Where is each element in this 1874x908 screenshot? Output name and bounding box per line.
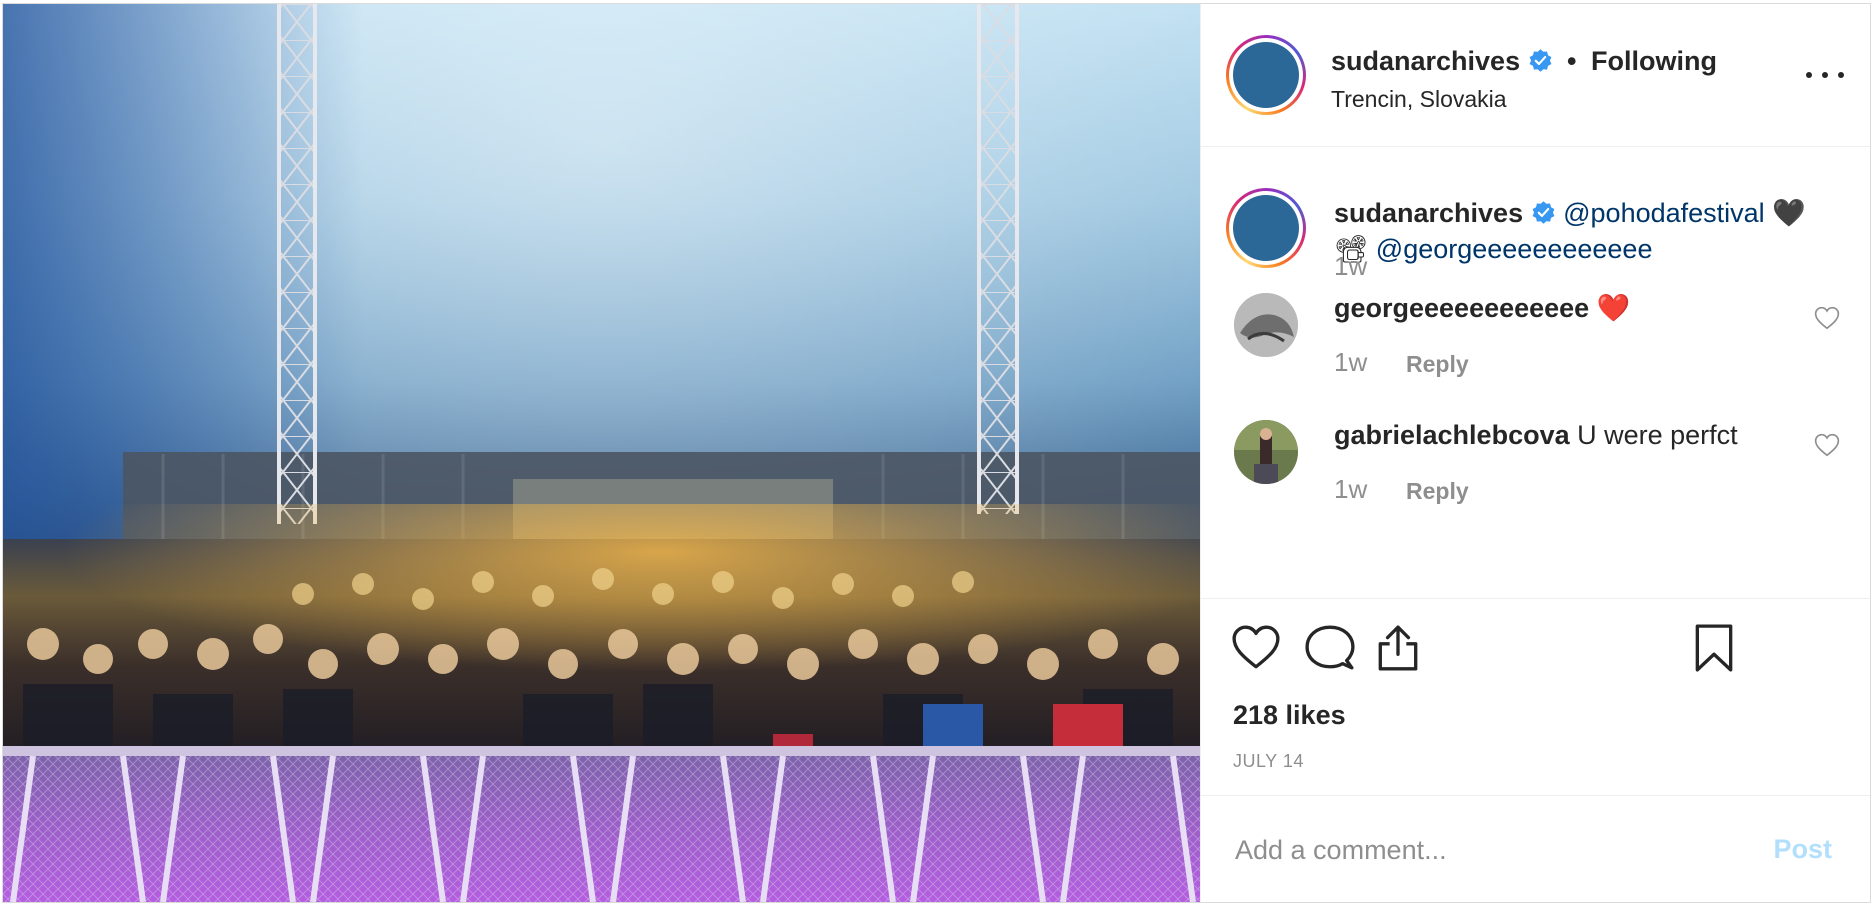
caption-username[interactable]: sudanarchives: [1334, 198, 1523, 228]
header-separator: •: [1567, 46, 1577, 76]
caption-age[interactable]: 1w: [1334, 251, 1367, 282]
post-photo[interactable]: [3, 4, 1200, 902]
add-comment-bar: Post: [1201, 795, 1870, 903]
post-header: sudanarchives • Following Trencin, Slova…: [1201, 4, 1870, 147]
verified-badge-icon: [1529, 49, 1552, 72]
post-actions: 218 likes JULY 14: [1201, 599, 1870, 794]
post-card: sudanarchives • Following Trencin, Slova…: [2, 3, 1871, 903]
reply-button[interactable]: Reply: [1406, 351, 1469, 378]
mention-pohodafestival[interactable]: @pohodafestival: [1563, 198, 1765, 228]
comment-text: georgeeeeeeeeeeee ❤️: [1334, 292, 1630, 324]
add-comment-input[interactable]: [1233, 824, 1757, 876]
comment-bubble-icon[interactable]: [1305, 623, 1355, 673]
comment-like-heart-icon[interactable]: [1814, 306, 1840, 330]
commenter-avatar[interactable]: [1234, 293, 1298, 357]
author-username-row: sudanarchives: [1331, 46, 1553, 77]
comment-like-heart-icon[interactable]: [1814, 433, 1840, 457]
author-avatar[interactable]: [1226, 35, 1306, 115]
more-options-icon[interactable]: [1802, 62, 1848, 86]
commenter-avatar[interactable]: [1234, 420, 1298, 484]
red-heart-emoji: ❤️: [1596, 293, 1631, 323]
comment-username[interactable]: georgeeeeeeeeeeee: [1334, 293, 1589, 323]
post-comment-button[interactable]: Post: [1773, 834, 1832, 865]
reply-button[interactable]: Reply: [1406, 478, 1469, 505]
comment-body: U were perfct: [1577, 420, 1738, 450]
comments-list[interactable]: sudanarchives @pohodafestival 🖤 📽 @georg…: [1201, 147, 1870, 599]
comment-username[interactable]: gabrielachlebcova: [1334, 420, 1570, 450]
author-username[interactable]: sudanarchives: [1331, 46, 1520, 76]
caption-text: sudanarchives @pohodafestival 🖤 📽 @georg…: [1334, 195, 1839, 267]
comment-text: gabrielachlebcova U were perfct: [1334, 420, 1738, 451]
post-date[interactable]: JULY 14: [1233, 751, 1304, 772]
concert-crowd-photo: [3, 4, 1200, 902]
mention-georgeeeeeeeeeeee[interactable]: @georgeeeeeeeeeeee: [1376, 234, 1653, 264]
likes-count[interactable]: 218 likes: [1233, 700, 1346, 731]
comment-age[interactable]: 1w: [1334, 474, 1367, 505]
post-side-panel: sudanarchives • Following Trencin, Slova…: [1200, 4, 1870, 902]
black-heart-emoji: 🖤: [1772, 198, 1806, 228]
caption-author-avatar[interactable]: [1226, 188, 1306, 268]
caption-verified-badge-icon: [1532, 201, 1555, 224]
post-location[interactable]: Trencin, Slovakia: [1331, 86, 1507, 113]
comment-age[interactable]: 1w: [1334, 347, 1367, 378]
heart-icon[interactable]: [1231, 623, 1281, 673]
bookmark-icon[interactable]: [1689, 623, 1739, 673]
share-icon[interactable]: [1373, 623, 1423, 673]
following-button[interactable]: Following: [1591, 46, 1717, 77]
